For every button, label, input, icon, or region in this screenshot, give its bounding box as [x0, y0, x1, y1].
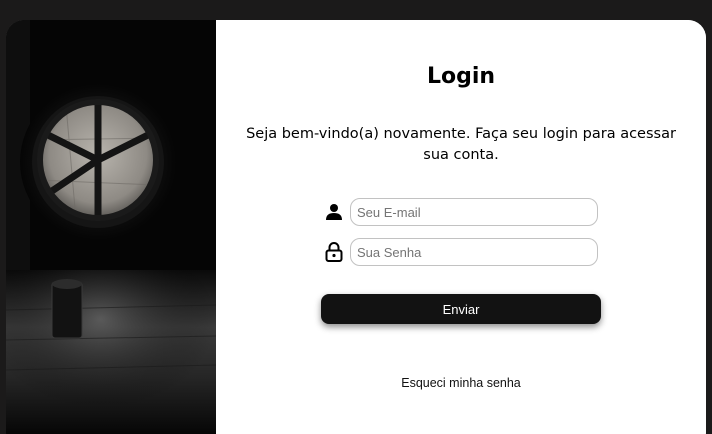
login-card: Login Seja bem-vindo(a) novamente. Faça … — [6, 20, 706, 434]
round-window-photo — [6, 20, 216, 434]
lock-icon — [324, 241, 344, 263]
email-field[interactable] — [350, 198, 598, 226]
password-field[interactable] — [350, 238, 598, 266]
user-icon-glyph — [326, 204, 342, 220]
photo-illustration — [6, 20, 216, 434]
login-form-panel: Login Seja bem-vindo(a) novamente. Faça … — [216, 20, 706, 434]
user-icon — [324, 201, 344, 223]
forgot-password-link[interactable]: Esqueci minha senha — [216, 376, 706, 390]
submit-button[interactable]: Enviar — [321, 294, 601, 324]
page-title: Login — [426, 64, 496, 89]
welcome-message: Seja bem-vindo(a) novamente. Faça seu lo… — [246, 126, 676, 163]
email-row — [324, 197, 604, 227]
page: Login Seja bem-vindo(a) novamente. Faça … — [0, 0, 712, 434]
password-row — [324, 237, 604, 267]
lock-icon-glyph — [325, 242, 343, 262]
